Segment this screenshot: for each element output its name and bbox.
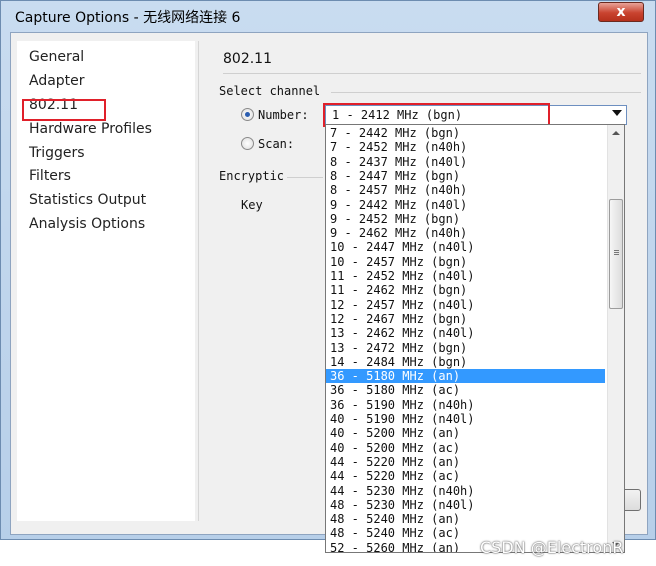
select-channel-group-rule [331,92,641,93]
scrollbar-thumb[interactable] [609,199,623,309]
channel-option[interactable]: 48 - 5240 MHz (an) [326,512,605,526]
channel-option[interactable]: 36 - 5190 MHz (n40h) [326,398,605,412]
close-icon: x [616,4,626,20]
number-radio-label: Number: [258,108,309,122]
channel-option[interactable]: 10 - 2457 MHz (bgn) [326,255,605,269]
channel-option[interactable]: 13 - 2462 MHz (n40l) [326,326,605,340]
chevron-down-icon[interactable] [612,110,622,116]
channel-option[interactable]: 8 - 2457 MHz (n40h) [326,183,605,197]
channel-option[interactable]: 8 - 2437 MHz (n40l) [326,155,605,169]
number-radio[interactable] [241,108,254,121]
channel-option[interactable]: 11 - 2452 MHz (n40l) [326,269,605,283]
channel-option[interactable]: 36 - 5180 MHz (an) [326,369,605,384]
encryption-group-rule [287,177,323,178]
channel-option[interactable]: 13 - 2472 MHz (bgn) [326,341,605,355]
nav-divider [198,41,199,521]
grip-icon [614,250,619,251]
select-channel-group-label: Select channel [219,84,321,98]
channel-option[interactable]: 11 - 2462 MHz (bgn) [326,283,605,297]
channel-option[interactable]: 44 - 5220 MHz (an) [326,455,605,469]
channel-option[interactable]: 12 - 2467 MHz (bgn) [326,312,605,326]
scan-radio-label: Scan: [258,137,295,151]
list-scrollbar[interactable] [607,125,624,552]
encryption-group-label: Encryptic [219,169,285,183]
channel-option[interactable]: 9 - 2452 MHz (bgn) [326,212,605,226]
channel-option[interactable]: 36 - 5180 MHz (ac) [326,383,605,397]
channel-option[interactable]: 14 - 2484 MHz (bgn) [326,355,605,369]
channel-option[interactable]: 12 - 2457 MHz (n40l) [326,298,605,312]
window-title: Capture Options - 无线网络连接 6 [15,10,241,26]
nav-item-adapter[interactable]: Adapter [29,73,85,89]
channel-option[interactable]: 7 - 2442 MHz (bgn) [326,126,605,140]
channel-option[interactable]: 9 - 2462 MHz (n40h) [326,226,605,240]
channel-option[interactable]: 40 - 5200 MHz (ac) [326,441,605,455]
scan-radio[interactable] [241,137,254,150]
nav-item-statistics-output[interactable]: Statistics Output [29,192,146,208]
scroll-up-icon[interactable] [608,125,624,141]
channel-option[interactable]: 44 - 5220 MHz (ac) [326,469,605,483]
nav-item-hardware-profiles[interactable]: Hardware Profiles [29,121,152,137]
nav-item-analysis-options[interactable]: Analysis Options [29,216,145,232]
nav-item-general[interactable]: General [29,49,84,65]
channel-option[interactable]: 40 - 5200 MHz (an) [326,426,605,440]
panel-title-rule [223,73,641,74]
title-bar[interactable]: Capture Options - 无线网络连接 6 x [1,1,655,31]
channel-option[interactable]: 44 - 5230 MHz (n40h) [326,484,605,498]
nav-item-triggers[interactable]: Triggers [29,145,85,161]
nav-item-filters[interactable]: Filters [29,168,71,184]
channel-dropdown-list: 7 - 2442 MHz (bgn) 7 - 2452 MHz (n40h) 8 -… [325,124,625,553]
nav-selected-highlight [22,99,106,121]
close-button[interactable]: x [598,2,644,22]
key-label: Key [241,198,263,212]
panel-title: 802.11 [223,51,272,67]
channel-option[interactable]: 7 - 2452 MHz (n40h) [326,140,605,154]
channel-option[interactable]: 8 - 2447 MHz (bgn) [326,169,605,183]
options-nav: General Adapter 802.11 Hardware Profiles… [17,41,195,521]
channel-option[interactable]: 48 - 5230 MHz (n40l) [326,498,605,512]
channel-option[interactable]: 10 - 2447 MHz (n40l) [326,240,605,254]
channel-option[interactable]: 40 - 5190 MHz (n40l) [326,412,605,426]
watermark: CSDN @ElectronR [480,538,624,557]
channel-option[interactable]: 9 - 2442 MHz (n40l) [326,198,605,212]
